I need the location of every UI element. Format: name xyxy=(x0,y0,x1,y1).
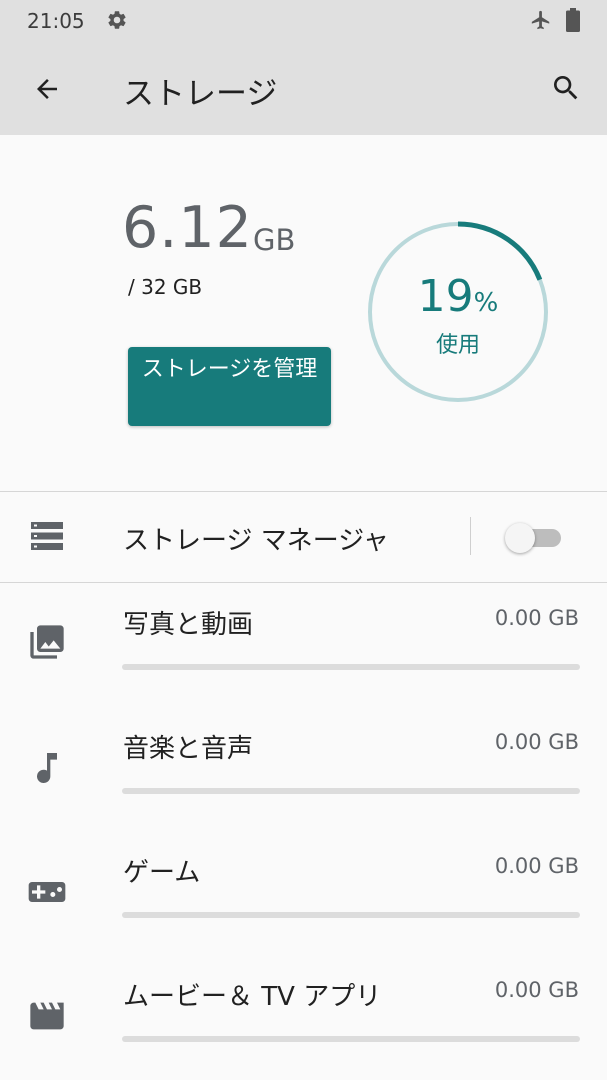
page-title: ストレージ xyxy=(123,76,278,112)
status-bar: 21:05 xyxy=(0,0,607,40)
app-bar: ストレージ xyxy=(0,40,607,135)
total-storage: / 32 GB xyxy=(128,275,203,299)
toggle-thumb xyxy=(505,523,535,553)
status-time: 21:05 xyxy=(27,9,85,33)
category-size: 0.00 GB xyxy=(494,730,579,754)
category-movies-tv[interactable]: ムービー＆ TV アプリ 0.00 GB xyxy=(0,954,607,1078)
arrow-back-icon[interactable] xyxy=(30,74,64,104)
category-label: 音楽と音声 xyxy=(123,734,254,764)
music-note-icon xyxy=(37,753,57,784)
category-label: 写真と動画 xyxy=(123,610,254,640)
storage-summary: 6.12 GB / 32 GB ストレージを管理 19% 使用 xyxy=(0,135,607,491)
gamepad-icon xyxy=(28,882,66,902)
category-usage-bar xyxy=(122,1036,580,1042)
category-label: ゲーム xyxy=(123,858,201,888)
category-usage-bar xyxy=(122,912,580,918)
vertical-separator xyxy=(470,517,471,555)
category-size: 0.00 GB xyxy=(494,854,579,878)
usage-percent-value: 19 xyxy=(417,271,474,322)
category-size: 0.00 GB xyxy=(494,978,579,1002)
category-label: ムービー＆ TV アプリ xyxy=(123,982,382,1012)
battery-icon xyxy=(566,8,580,32)
storage-manager-row[interactable]: ストレージ マネージャ xyxy=(0,492,607,582)
category-usage-bar xyxy=(122,664,580,670)
used-storage-value: 6.12 xyxy=(122,195,253,261)
category-games[interactable]: ゲーム 0.00 GB xyxy=(0,830,607,954)
usage-percent-label: 使用 xyxy=(435,333,480,358)
settings-gear-icon xyxy=(108,11,126,29)
category-size: 0.00 GB xyxy=(494,606,579,630)
airplane-mode-icon xyxy=(531,10,550,30)
category-music-audio[interactable]: 音楽と音声 0.00 GB xyxy=(0,706,607,830)
category-usage-bar xyxy=(122,788,580,794)
storage-list-icon xyxy=(31,522,63,550)
movie-clapper-icon xyxy=(30,1002,64,1030)
search-icon[interactable] xyxy=(550,72,582,104)
usage-percent-sign: % xyxy=(473,288,499,318)
usage-percent: 19% xyxy=(367,271,549,322)
manage-storage-button[interactable]: ストレージを管理 xyxy=(128,347,331,426)
storage-manager-toggle[interactable] xyxy=(505,522,563,553)
storage-manager-label: ストレージ マネージャ xyxy=(123,526,389,556)
photo-library-icon xyxy=(30,625,64,659)
category-photos-videos[interactable]: 写真と動画 0.00 GB xyxy=(0,582,607,706)
used-storage-unit: GB xyxy=(253,223,296,257)
